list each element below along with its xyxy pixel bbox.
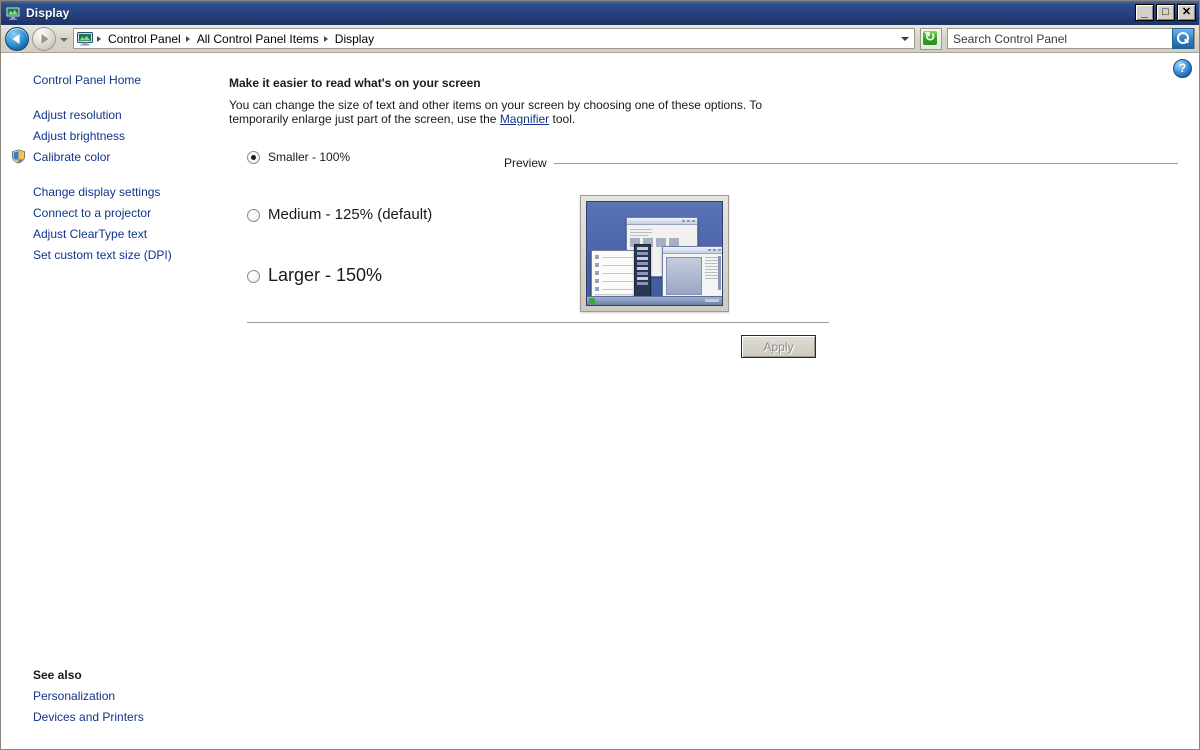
refresh-icon xyxy=(923,29,937,45)
sidebar-item-control-panel-home[interactable]: Control Panel Home xyxy=(1,69,223,90)
page-description: You can change the size of text and othe… xyxy=(229,98,789,126)
sidebar-item-label: Adjust brightness xyxy=(33,128,126,143)
breadcrumb-separator[interactable] xyxy=(184,29,194,48)
sidebar-item-devices-and-printers[interactable]: Devices and Printers xyxy=(1,706,223,727)
see-also-title: See also xyxy=(33,668,82,682)
preview-divider xyxy=(553,162,1178,164)
radio-option-larger-150[interactable]: Larger - 150% xyxy=(247,266,504,284)
sidebar-item-label: Set custom text size (DPI) xyxy=(33,247,172,262)
search-icon[interactable] xyxy=(1172,28,1194,49)
radio-option-label: Smaller - 100% xyxy=(268,150,351,164)
preview-header: Preview xyxy=(504,156,1199,170)
description-text-before: You can change the size of text and othe… xyxy=(229,98,763,126)
preview-label: Preview xyxy=(504,156,547,170)
preview-section: Preview xyxy=(504,151,1199,312)
apply-section: Apply xyxy=(229,322,1199,358)
chevron-down-icon xyxy=(901,36,909,41)
window-controls: _ □ ✕ xyxy=(1135,4,1196,21)
sidebar-item-label: Personalization xyxy=(33,688,116,703)
chevron-down-icon xyxy=(60,37,68,42)
options-and-preview: Smaller - 100% Medium - 125% (default) L… xyxy=(229,151,1199,312)
sidebar-item-label: Control Panel Home xyxy=(33,72,142,87)
history-dropdown-button[interactable] xyxy=(58,29,69,49)
back-button[interactable] xyxy=(5,26,29,51)
breadcrumb-item-control-panel[interactable]: Control Panel xyxy=(105,32,184,46)
refresh-button[interactable] xyxy=(920,27,942,50)
maximize-icon: □ xyxy=(1162,6,1169,18)
scale-options-group: Smaller - 100% Medium - 125% (default) L… xyxy=(229,151,504,284)
radio-option-smaller-100[interactable]: Smaller - 100% xyxy=(247,151,504,164)
radio-button[interactable] xyxy=(247,270,260,283)
preview-titlebar xyxy=(663,247,722,254)
maximize-button[interactable]: □ xyxy=(1156,4,1175,21)
description-text-after: tool. xyxy=(549,112,576,126)
minimize-icon: _ xyxy=(1141,5,1148,19)
radio-button[interactable] xyxy=(247,209,260,222)
sidebar-item-adjust-resolution[interactable]: Adjust resolution xyxy=(1,104,223,125)
preview-taskbar xyxy=(587,296,722,305)
title-bar: Display _ □ ✕ xyxy=(1,1,1199,25)
desktop-preview-thumbnail xyxy=(580,195,729,312)
sidebar-item-label: Change display settings xyxy=(33,184,161,199)
see-also-section: See also Personalization Devices and Pri… xyxy=(1,665,223,749)
radio-option-medium-125[interactable]: Medium - 125% (default) xyxy=(247,207,504,222)
main-pane: Make it easier to read what's on your sc… xyxy=(223,54,1199,749)
display-monitor-icon xyxy=(77,31,93,46)
main-content: Make it easier to read what's on your sc… xyxy=(223,54,1199,358)
sidebar-item-adjust-brightness[interactable]: Adjust brightness xyxy=(1,125,223,146)
sidebar-item-personalization[interactable]: Personalization xyxy=(1,685,223,706)
display-monitor-icon xyxy=(5,5,21,21)
help-icon[interactable] xyxy=(1173,59,1192,78)
radio-button[interactable] xyxy=(247,151,260,164)
apply-divider xyxy=(247,322,829,323)
preview-start-orb-icon xyxy=(589,298,595,304)
breadcrumb-separator[interactable] xyxy=(95,29,105,48)
sidebar-item-label: Adjust resolution xyxy=(33,107,122,122)
close-icon: ✕ xyxy=(1181,6,1192,18)
page-title: Make it easier to read what's on your sc… xyxy=(229,76,481,90)
sidebar-item-label: Adjust ClearType text xyxy=(33,226,148,241)
close-button[interactable]: ✕ xyxy=(1177,4,1196,21)
address-bar: Control Panel All Control Panel Items Di… xyxy=(1,25,1199,53)
window-title: Display xyxy=(26,6,70,20)
search-input[interactable]: Search Control Panel xyxy=(947,28,1195,49)
back-arrow-icon xyxy=(12,33,20,44)
search-placeholder: Search Control Panel xyxy=(953,31,1068,46)
preview-screen xyxy=(586,201,723,306)
sidebar-item-set-custom-text-size[interactable]: Set custom text size (DPI) xyxy=(1,244,223,265)
minimize-button[interactable]: _ xyxy=(1135,4,1154,21)
radio-option-label: Larger - 150% xyxy=(268,265,383,285)
breadcrumb-item-display[interactable]: Display xyxy=(332,32,377,46)
sidebar-item-change-display-settings[interactable]: Change display settings xyxy=(1,181,223,202)
sidebar-item-adjust-cleartype-text[interactable]: Adjust ClearType text xyxy=(1,223,223,244)
sidebar-item-label: Connect to a projector xyxy=(33,205,152,220)
forward-arrow-icon xyxy=(41,33,49,44)
sidebar-item-connect-to-a-projector[interactable]: Connect to a projector xyxy=(1,202,223,223)
apply-button-label: Apply xyxy=(763,339,794,354)
display-window: Display _ □ ✕ Control Panel All Control … xyxy=(0,0,1200,750)
sidebar-item-label: Calibrate color xyxy=(33,149,111,164)
radio-option-label: Medium - 125% (default) xyxy=(268,206,433,223)
magnifier-link[interactable]: Magnifier xyxy=(500,112,549,126)
breadcrumb-separator[interactable] xyxy=(322,29,332,48)
sidebar-item-label: Devices and Printers xyxy=(33,709,144,724)
task-pane: Control Panel Home Adjust resolution Adj… xyxy=(1,54,223,749)
address-dropdown-button[interactable] xyxy=(898,29,912,48)
preview-tray xyxy=(705,299,719,302)
preview-titlebar xyxy=(627,218,697,225)
breadcrumb[interactable]: Control Panel All Control Panel Items Di… xyxy=(73,28,915,49)
apply-button[interactable]: Apply xyxy=(741,335,816,358)
breadcrumb-item-all-control-panel-items[interactable]: All Control Panel Items xyxy=(194,32,322,46)
window-body: Control Panel Home Adjust resolution Adj… xyxy=(1,53,1199,749)
preview-window-document xyxy=(662,246,722,297)
forward-button[interactable] xyxy=(32,26,56,51)
uac-shield-icon xyxy=(11,149,26,164)
sidebar-item-calibrate-color[interactable]: Calibrate color xyxy=(1,146,223,167)
